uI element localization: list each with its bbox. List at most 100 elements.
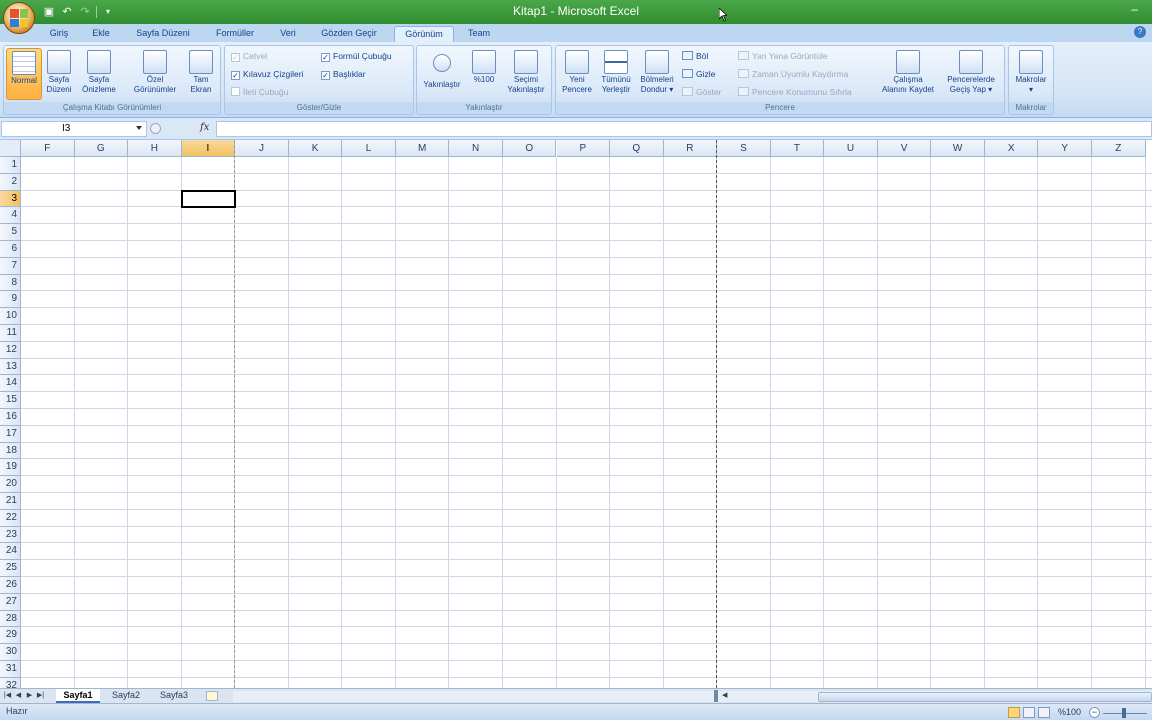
row-header-28[interactable]: 28 <box>0 610 21 628</box>
split-button[interactable]: Böl <box>682 49 708 63</box>
name-box[interactable]: I3 <box>1 121 147 137</box>
formula-input[interactable] <box>216 121 1152 137</box>
view-side-by-side-button[interactable]: Yan Yana Görüntüle <box>738 49 828 63</box>
zoom-level[interactable]: %100 <box>1058 707 1081 717</box>
tab-view[interactable]: Görünüm <box>394 26 454 42</box>
row-header-2[interactable]: 2 <box>0 173 21 191</box>
row-header-19[interactable]: 19 <box>0 459 21 477</box>
normal-view-status-icon[interactable] <box>1008 707 1020 718</box>
normal-view-button[interactable]: Normal <box>6 48 42 100</box>
row-header-13[interactable]: 13 <box>0 358 21 376</box>
row-header-11[interactable]: 11 <box>0 325 21 342</box>
row-header-32[interactable]: 32 <box>0 677 21 688</box>
insert-function-button[interactable]: fx <box>200 122 209 133</box>
row-header-4[interactable]: 4 <box>0 207 21 225</box>
row-header-14[interactable]: 14 <box>0 375 21 393</box>
page-break-preview-button[interactable]: Sayfa Önizleme <box>76 48 122 100</box>
column-header-i[interactable]: I <box>181 140 236 157</box>
gridlines-checkbox[interactable]: ✓ Kılavuz Çizgileri <box>231 67 303 81</box>
cancel-icon[interactable] <box>150 123 161 134</box>
page-layout-status-icon[interactable] <box>1023 707 1035 718</box>
first-sheet-icon[interactable]: |◀ <box>3 691 12 701</box>
column-header-u[interactable]: U <box>824 140 878 157</box>
formula-bar-checkbox[interactable]: ✓ Formül Çubuğu <box>321 49 392 63</box>
row-header-22[interactable]: 22 <box>0 509 21 527</box>
row-header-27[interactable]: 27 <box>0 593 21 611</box>
macros-button[interactable]: Makrolar ▾ <box>1011 48 1051 100</box>
synchronous-scrolling-button[interactable]: Zaman Uyumlu Kaydırma <box>738 67 848 81</box>
row-header-26[interactable]: 26 <box>0 577 21 594</box>
row-header-1[interactable]: 1 <box>0 157 21 174</box>
unhide-button[interactable]: Göster <box>682 85 722 99</box>
row-header-3[interactable]: 3 <box>0 190 21 208</box>
save-workspace-button[interactable]: Çalışma Alanını Kaydet <box>876 48 940 100</box>
column-header-l[interactable]: L <box>342 140 396 157</box>
active-cell[interactable] <box>180 189 237 209</box>
row-header-29[interactable]: 29 <box>0 627 21 645</box>
column-header-s[interactable]: S <box>717 140 771 157</box>
tab-home[interactable]: Giriş <box>42 26 76 42</box>
row-header-30[interactable]: 30 <box>0 644 21 661</box>
freeze-panes-button[interactable]: Bölmeleri Dondur ▾ <box>636 48 678 100</box>
scroll-left-icon[interactable]: ◀ <box>722 691 727 699</box>
column-header-t[interactable]: T <box>770 140 825 157</box>
insert-sheet-icon[interactable] <box>206 691 218 701</box>
row-header-31[interactable]: 31 <box>0 661 21 678</box>
zoom-out-icon[interactable]: − <box>1089 707 1100 718</box>
column-header-w[interactable]: W <box>931 140 985 157</box>
row-header-21[interactable]: 21 <box>0 493 21 510</box>
row-header-9[interactable]: 9 <box>0 291 21 309</box>
tab-split-handle[interactable] <box>714 690 718 702</box>
tab-team[interactable]: Team <box>462 26 496 42</box>
prev-sheet-icon[interactable]: ◀ <box>14 691 23 701</box>
row-header-12[interactable]: 12 <box>0 341 21 359</box>
worksheet-grid[interactable]: F G H I J K L M N O P Q R S T U V W X Y Z 1 2 3 4 5 6 7 8 9 10 11 12 13 14… <box>0 140 1152 688</box>
row-header-7[interactable]: 7 <box>0 257 21 275</box>
column-header-j[interactable]: J <box>235 140 289 157</box>
row-header-25[interactable]: 25 <box>0 560 21 577</box>
column-header-h[interactable]: H <box>128 140 182 157</box>
row-header-10[interactable]: 10 <box>0 308 21 325</box>
last-sheet-icon[interactable]: ▶| <box>36 691 45 701</box>
column-header-r[interactable]: R <box>663 140 718 157</box>
row-header-6[interactable]: 6 <box>0 241 21 258</box>
column-header-k[interactable]: K <box>288 140 343 157</box>
ruler-checkbox[interactable]: ✓ Cetvel <box>231 49 267 63</box>
column-header-x[interactable]: X <box>984 140 1039 157</box>
row-header-24[interactable]: 24 <box>0 543 21 561</box>
row-header-17[interactable]: 17 <box>0 425 21 443</box>
tab-formulas[interactable]: Formüller <box>206 26 264 42</box>
column-header-z[interactable]: Z <box>1092 140 1146 157</box>
column-header-o[interactable]: O <box>502 140 557 157</box>
switch-windows-button[interactable]: Pencerelerde Geçiş Yap ▾ <box>940 48 1002 100</box>
sheet-tab-sayfa3[interactable]: Sayfa3 <box>152 689 196 703</box>
row-header-23[interactable]: 23 <box>0 526 21 544</box>
column-header-q[interactable]: Q <box>610 140 664 157</box>
row-header-8[interactable]: 8 <box>0 274 21 292</box>
tab-page-layout[interactable]: Sayfa Düzeni <box>128 26 198 42</box>
row-header-15[interactable]: 15 <box>0 392 21 409</box>
zoom-100-button[interactable]: %100 <box>467 48 501 100</box>
next-sheet-icon[interactable]: ▶ <box>25 691 34 701</box>
column-header-m[interactable]: M <box>395 140 450 157</box>
reset-window-position-button[interactable]: Pencere Konumunu Sıfırla <box>738 85 852 99</box>
column-header-n[interactable]: N <box>449 140 503 157</box>
column-header-p[interactable]: P <box>556 140 611 157</box>
row-header-16[interactable]: 16 <box>0 409 21 426</box>
help-icon[interactable]: ? <box>1134 26 1146 38</box>
arrange-all-button[interactable]: Tümünü Yerleştir <box>596 48 636 100</box>
message-bar-checkbox[interactable]: İleti Çubuğu <box>231 85 288 99</box>
row-header-20[interactable]: 20 <box>0 476 21 493</box>
column-header-f[interactable]: F <box>21 140 75 157</box>
page-layout-view-button[interactable]: Sayfa Düzeni <box>42 48 76 100</box>
row-header-18[interactable]: 18 <box>0 442 21 460</box>
tab-review[interactable]: Gözden Geçir <box>312 26 386 42</box>
sheet-tab-sayfa2[interactable]: Sayfa2 <box>104 689 148 703</box>
zoom-to-selection-button[interactable]: Seçimi Yakınlaştır <box>503 48 549 100</box>
tab-insert[interactable]: Ekle <box>84 26 118 42</box>
column-header-v[interactable]: V <box>877 140 932 157</box>
column-header-g[interactable]: G <box>74 140 129 157</box>
zoom-slider-thumb[interactable] <box>1122 708 1126 718</box>
column-header-y[interactable]: Y <box>1038 140 1092 157</box>
office-button[interactable] <box>3 2 35 34</box>
